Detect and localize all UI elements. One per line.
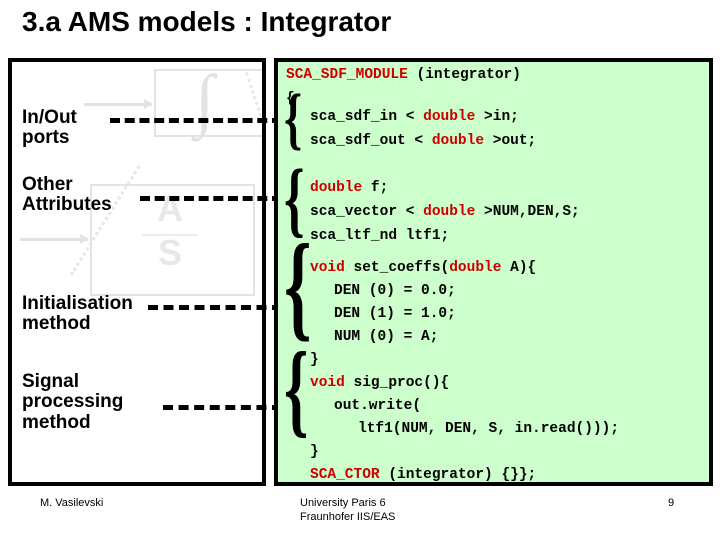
- code-text: {: [286, 91, 295, 107]
- code-text: >NUM,DEN,S;: [475, 204, 580, 220]
- code-text: }: [310, 444, 319, 460]
- code-keyword: double: [449, 260, 502, 276]
- code-text: set_coeffs(: [344, 260, 450, 276]
- code-line-close-coeffs: }: [310, 353, 319, 368]
- code-line-port-in: sca_sdf_in < double >in;: [310, 110, 519, 125]
- code-keyword: SCA_CTOR: [310, 467, 380, 483]
- code-line-attr-ltf: sca_ltf_nd ltf1;: [310, 229, 449, 244]
- watermark-integral-icon: ∫: [195, 62, 215, 139]
- code-line-den-1: DEN (1) = 1.0;: [334, 307, 456, 322]
- code-text: A){: [501, 260, 537, 276]
- code-text: out.write(: [334, 398, 422, 414]
- code-line-num-0: NUM (0) = A;: [334, 330, 438, 345]
- footer-author: M. Vasilevski: [40, 497, 104, 509]
- footer-page-number: 9: [668, 497, 675, 509]
- watermark-input-arrow-top: [84, 99, 153, 109]
- code-text: DEN (1) = 1.0;: [334, 306, 456, 322]
- watermark-s-label: S: [157, 232, 182, 273]
- connector-signal-processing: [163, 405, 282, 410]
- code-keyword: SCA_SDF_MODULE: [286, 67, 408, 83]
- code-text: f;: [362, 180, 389, 196]
- code-text: sca_vector <: [310, 204, 424, 220]
- code-text: (integrator) {}};: [379, 467, 537, 483]
- connector-ports: [110, 118, 282, 123]
- label-in-out-ports: In/Out ports: [22, 107, 77, 149]
- code-line-close-proc: }: [310, 445, 319, 460]
- code-text: sca_sdf_out <: [310, 133, 432, 149]
- footer-affiliation: University Paris 6 Fraunhofer IIS/EAS: [300, 497, 396, 523]
- label-signal-processing-method: Signal processing method: [22, 371, 124, 433]
- code-keyword: double: [423, 109, 476, 125]
- code-keyword: double: [431, 133, 485, 149]
- code-keyword: void: [310, 260, 345, 276]
- code-text: DEN (0) = 0.0;: [334, 283, 456, 299]
- code-text: sig_proc(){: [344, 375, 450, 391]
- code-text: sca_ltf_nd ltf1;: [310, 228, 450, 244]
- code-keyword: double: [310, 180, 363, 196]
- code-text: >out;: [484, 133, 537, 149]
- watermark-input-arrow-bottom: [20, 234, 89, 244]
- connector-attributes: [140, 196, 282, 201]
- code-line-port-out: sca_sdf_out < double >out;: [310, 134, 536, 149]
- label-other-attributes: Other Attributes: [22, 174, 112, 216]
- label-initialisation-method: Initialisation method: [22, 293, 133, 335]
- code-text: >in;: [475, 109, 519, 125]
- code-panel: { { { { SCA_SDF_MODULE (integrator) { sc…: [274, 58, 713, 486]
- slide: 3.a AMS models : Integrator ∫ A S In/Out…: [0, 0, 720, 540]
- code-keyword: void: [310, 375, 345, 391]
- code-text: sca_sdf_in <: [310, 109, 424, 125]
- code-line-open-brace: {: [286, 92, 295, 107]
- code-text: NUM (0) = A;: [334, 329, 439, 345]
- connector-initialisation: [148, 305, 282, 310]
- page-title: 3.a AMS models : Integrator: [22, 6, 392, 37]
- code-line-out-write: out.write(: [334, 399, 421, 414]
- code-text: }: [310, 352, 319, 368]
- code-line-ltf-call: ltf1(NUM, DEN, S, in.read()));: [358, 422, 619, 437]
- code-line-sig-proc: void sig_proc(){: [310, 376, 449, 391]
- code-line-ctor: SCA_CTOR (integrator) {}};: [310, 467, 537, 483]
- code-line-attr-vectors: sca_vector < double >NUM,DEN,S;: [310, 205, 580, 220]
- code-line-module-decl: SCA_SDF_MODULE (integrator): [286, 68, 521, 83]
- code-text: ltf1(NUM, DEN, S, in.read()));: [358, 421, 620, 437]
- brace-init-method: {: [284, 221, 312, 353]
- code-line-set-coeffs: void set_coeffs(double A){: [310, 261, 536, 276]
- brace-sigproc-method: {: [284, 332, 309, 448]
- code-text: (integrator): [407, 67, 521, 83]
- code-line-den-0: DEN (0) = 0.0;: [334, 284, 456, 299]
- code-line-attr-f: double f;: [310, 181, 388, 196]
- code-keyword: double: [423, 204, 476, 220]
